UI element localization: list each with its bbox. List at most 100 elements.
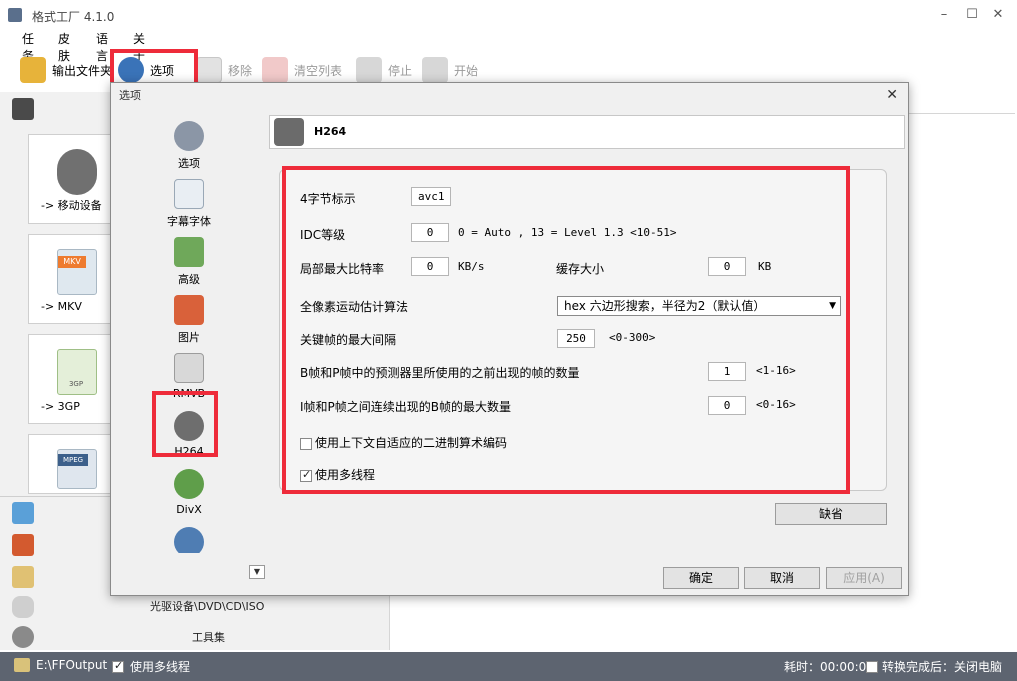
after-done-checkbox[interactable] (866, 659, 878, 673)
output-folder-label: 输出文件夹 (52, 63, 113, 78)
bframes-label: I帧和P帧之间连续出现的B帧的最大数量 (300, 400, 512, 414)
buffer-size-label: 缓存大小 (556, 262, 605, 276)
picture-category-icon[interactable] (12, 534, 34, 556)
close-button[interactable]: ✕ (984, 5, 1012, 25)
minimize-button[interactable]: – (930, 5, 958, 25)
ref-frames-input[interactable]: 1 (708, 362, 746, 381)
document-category-icon[interactable] (12, 566, 34, 588)
window-title: 格式工厂 4.1.0 (32, 10, 115, 24)
card-mkv[interactable]: MKV -> MKV (28, 234, 118, 324)
audio-category-icon[interactable] (12, 502, 34, 524)
tools-icon[interactable] (12, 626, 34, 648)
options-dialog: 选项 ✕ 选项 字幕字体 高级 图片 RMVB H264 DivX ▼ H264… (110, 82, 909, 596)
options-nav: 选项 字幕字体 高级 图片 RMVB H264 DivX ▼ (119, 111, 267, 579)
multithread-label: 使用多线程 (130, 660, 191, 674)
nav-h264-label: H264 (174, 445, 204, 458)
clear-icon (262, 57, 288, 83)
nav-subtitle-font-label: 字幕字体 (167, 215, 211, 228)
output-folder-button[interactable]: 输出文件夹 (20, 52, 112, 88)
default-button[interactable]: 缺省 (775, 503, 887, 525)
nav-rmvb-label: RMVB (172, 387, 206, 400)
remove-label: 移除 (228, 63, 253, 78)
more-nav-icon (174, 527, 204, 553)
idc-label: IDC等级 (300, 228, 346, 242)
bframes-hint: <0-16> (756, 398, 796, 411)
app-icon (8, 8, 22, 22)
maximize-button[interactable]: ☐ (958, 5, 986, 25)
dialog-title: 选项 (119, 89, 141, 102)
nav-rmvb[interactable]: RMVB (119, 351, 259, 409)
mpeg-badge: MPEG (58, 454, 88, 466)
video-category-icon[interactable] (12, 98, 34, 120)
cabac-label: 使用上下文自适应的二进制算术编码 (315, 436, 508, 450)
keyint-input[interactable]: 250 (557, 329, 595, 348)
apply-button[interactable]: 应用(A) (826, 567, 902, 589)
h264-header-icon (274, 118, 304, 146)
start-icon (422, 57, 448, 83)
nav-divx-label: DivX (176, 503, 202, 516)
card-3gp[interactable]: 3GP -> 3GP (28, 334, 118, 424)
film-reel-icon (57, 149, 97, 195)
chevron-down-icon: ▼ (829, 301, 836, 311)
mkv-badge: MKV (58, 256, 86, 268)
advanced-nav-icon (174, 237, 204, 267)
3gp-file-icon: 3GP (57, 349, 97, 395)
nav-scroll-down-icon[interactable]: ▼ (249, 565, 265, 579)
stop-icon (356, 57, 382, 83)
buffer-size-unit: KB (758, 260, 772, 273)
tools-label[interactable]: 工具集 (192, 629, 225, 645)
ok-button[interactable]: 确定 (663, 567, 739, 589)
optical-drive-icon[interactable] (12, 596, 34, 618)
bframes-input[interactable]: 0 (708, 396, 746, 415)
nav-h264[interactable]: H264 (119, 409, 259, 467)
me-method-label: 全像素运动估计算法 (300, 300, 409, 314)
card-mkv-label: -> MKV (41, 300, 82, 313)
card-mobile[interactable]: -> 移动设备 (28, 134, 118, 224)
elapsed-time: 耗时：00:00:00 (784, 660, 874, 674)
card-mpeg[interactable]: MPEG (28, 434, 118, 494)
nav-picture[interactable]: 图片 (119, 293, 259, 351)
max-bitrate-input[interactable]: 0 (411, 257, 449, 276)
threads-checkbox[interactable] (300, 468, 312, 482)
h264-nav-icon (174, 411, 204, 441)
cabac-checkbox[interactable] (300, 436, 312, 450)
nav-picture-label: 图片 (178, 331, 200, 344)
after-done-label: 转换完成后：关闭电脑 (882, 660, 1003, 674)
max-bitrate-unit: KB/s (458, 260, 485, 273)
max-bitrate-label: 局部最大比特率 (300, 262, 385, 276)
stop-label: 停止 (388, 63, 413, 78)
dialog-close-button[interactable]: ✕ (886, 87, 898, 103)
nav-more[interactable] (119, 525, 259, 553)
nav-options[interactable]: 选项 (119, 119, 259, 177)
font-nav-icon (174, 179, 204, 209)
card-mobile-label: -> 移动设备 (41, 199, 102, 212)
threads-label: 使用多线程 (315, 468, 376, 482)
me-method-value: hex 六边形搜索，半径为2（默认值） (564, 299, 766, 313)
optical-drive-label[interactable]: 光驱设备\DVD\CD\ISO (150, 598, 264, 614)
nav-divx[interactable]: DivX (119, 467, 259, 525)
fourcc-input[interactable]: avc1 (411, 187, 451, 206)
idc-hint: 0 = Auto , 13 = Level 1.3 <10-51> (458, 226, 677, 239)
cancel-button[interactable]: 取消 (744, 567, 820, 589)
status-bar: E:\FFOutput 使用多线程 耗时：00:00:00 转换完成后：关闭电脑 (0, 652, 1017, 681)
divx-nav-icon (174, 469, 204, 499)
nav-advanced[interactable]: 高级 (119, 235, 259, 293)
idc-input[interactable]: 0 (411, 223, 449, 242)
options-nav-icon (174, 121, 204, 151)
multithread-checkbox[interactable] (112, 659, 124, 673)
nav-subtitle-font[interactable]: 字幕字体 (119, 177, 259, 235)
3gp-badge: 3GP (68, 380, 84, 388)
rmvb-nav-icon (174, 353, 204, 383)
output-path[interactable]: E:\FFOutput (36, 658, 107, 672)
fourcc-label: 4字节标示 (300, 192, 356, 206)
keyint-hint: <0-300> (609, 331, 656, 344)
me-method-select[interactable]: hex 六边形搜索，半径为2（默认值） ▼ (557, 296, 841, 316)
title-bar: 格式工厂 4.1.0 – ☐ ✕ (0, 0, 1017, 30)
options-icon (118, 57, 144, 83)
section-title: H264 (314, 125, 347, 138)
h264-settings-panel: 4字节标示 avc1 IDC等级 0 0 = Auto , 13 = Level… (279, 169, 887, 491)
output-folder-icon (14, 658, 30, 672)
nav-options-label: 选项 (178, 157, 200, 170)
ref-frames-hint: <1-16> (756, 364, 796, 377)
buffer-size-input[interactable]: 0 (708, 257, 746, 276)
